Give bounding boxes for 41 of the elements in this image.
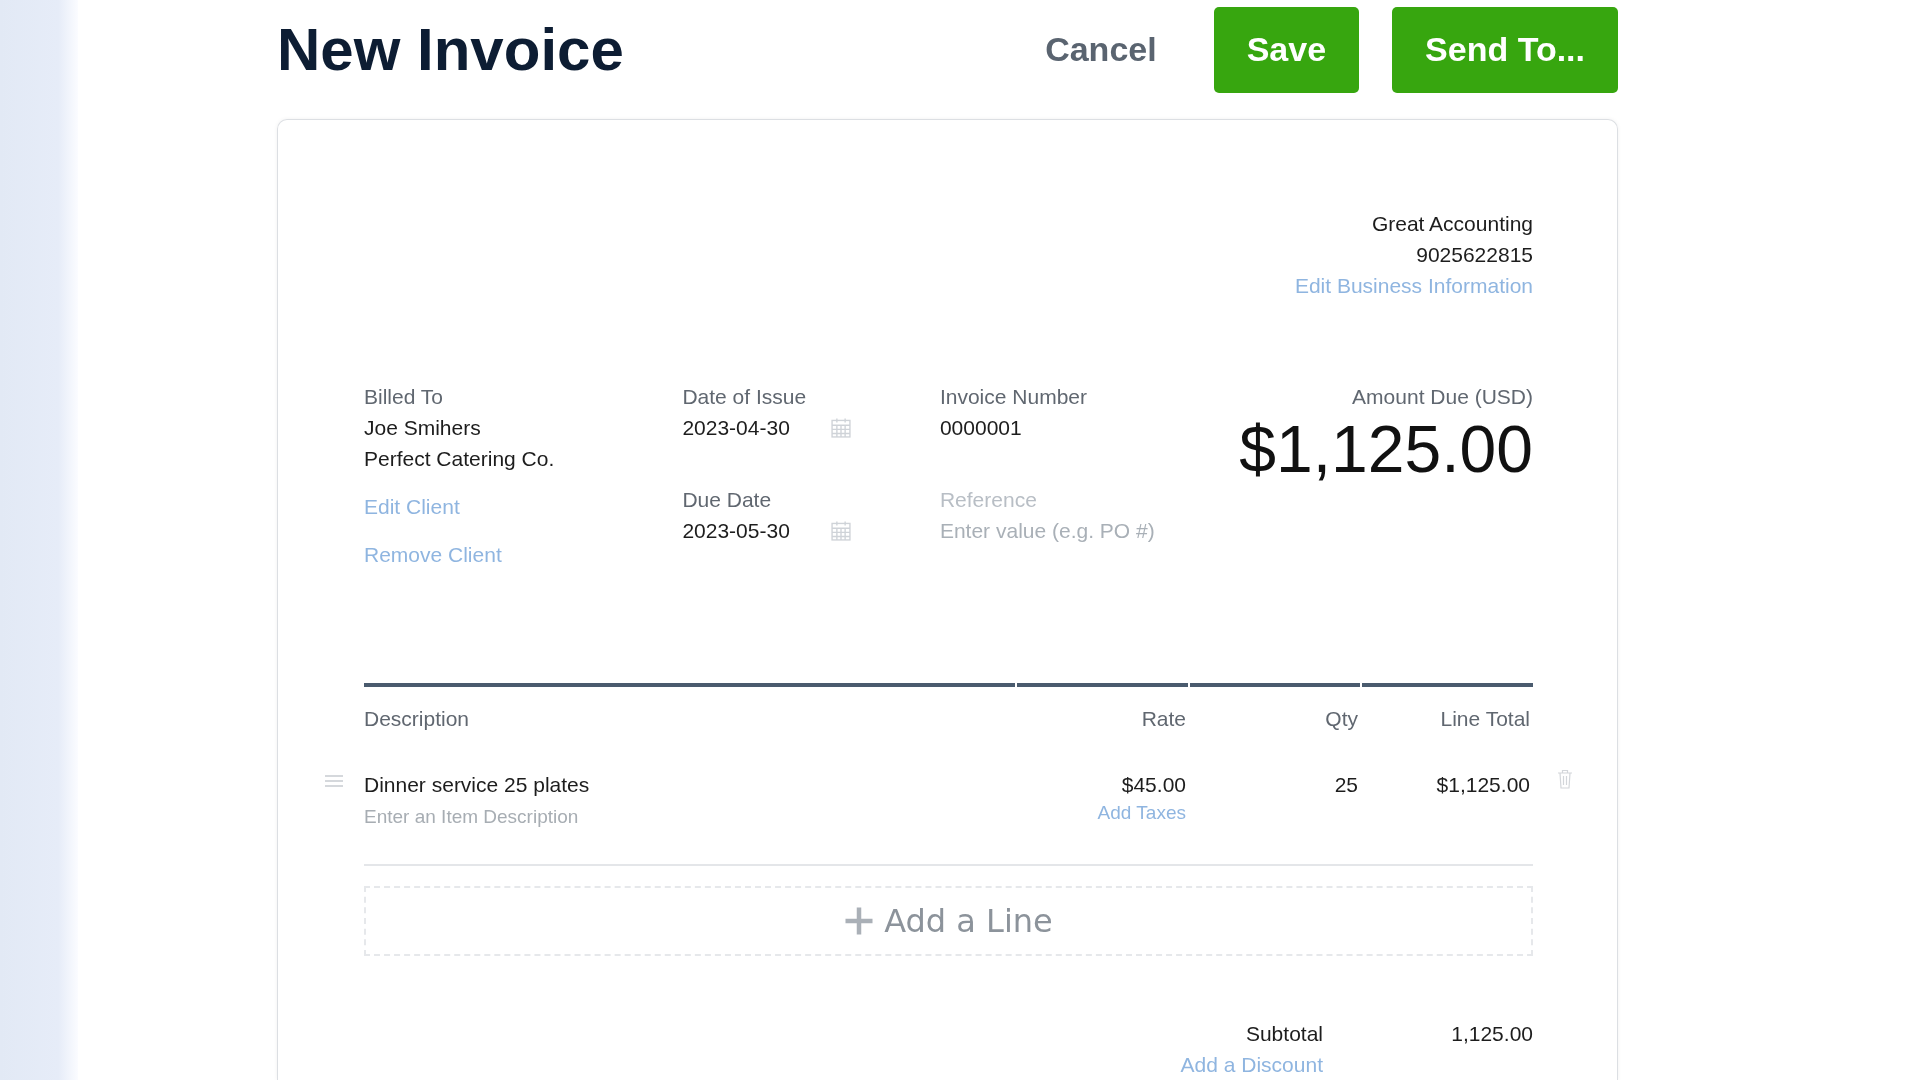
date-value[interactable]: 2023-04-30 (682, 412, 790, 443)
date-label: Due Date (682, 487, 773, 513)
plus-icon (844, 906, 875, 936)
calendar-icon[interactable] (829, 416, 852, 439)
column-header: Rate (1140, 707, 1186, 731)
item-name[interactable]: Dinner service 25 plates (364, 769, 1014, 800)
add-line-button[interactable]: Add a Line (364, 886, 1533, 956)
item-description-field[interactable]: Enter an Item Description (364, 800, 764, 834)
column-header: Line Total (1439, 707, 1530, 731)
reference-field[interactable]: Enter value (e.g. PO #) (939, 515, 1210, 546)
reference-label: Reference (939, 487, 1038, 513)
drag-handle-icon[interactable] (324, 774, 344, 788)
cancel-button[interactable]: Cancel (1045, 30, 1181, 69)
amount-due-label: Amount Due (USD) (1352, 384, 1533, 410)
date-label: Date of Issue (682, 384, 808, 410)
client-link[interactable]: Edit Client (364, 491, 460, 522)
amount-due: $1,125.00 (1239, 412, 1533, 486)
save-button[interactable]: Save (1213, 6, 1360, 93)
billed-to-label: Billed To (364, 384, 444, 410)
edit-business-link[interactable]: Edit Business Information (1294, 270, 1533, 301)
business-phone: 9025622815 (1416, 242, 1533, 268)
subtotal-value: 1,125.00 (1450, 1021, 1533, 1047)
invoice-number[interactable]: 0000001 (939, 412, 1240, 443)
item-rate[interactable]: $45.00 (1121, 769, 1186, 800)
calendar-icon[interactable] (829, 519, 852, 542)
date-value[interactable]: 2023-05-30 (682, 515, 790, 546)
client-text: Joe Smihers (364, 415, 482, 441)
subtotal-label: Subtotal (1245, 1021, 1323, 1047)
business-name: Great Accounting (1371, 211, 1533, 237)
add-taxes-link[interactable]: Add Taxes (1097, 800, 1186, 826)
item-qty[interactable]: 25 (1334, 769, 1358, 800)
column-header: Description (364, 707, 471, 731)
trash-icon[interactable] (1557, 769, 1573, 789)
invoice-number-label: Invoice Number (939, 384, 1088, 410)
client-text: Perfect Catering Co. (364, 446, 556, 472)
item-total: $1,125.00 (1436, 772, 1530, 798)
column-header: Qty (1324, 707, 1358, 731)
add-discount-link[interactable]: Add a Discount (1180, 1049, 1323, 1080)
send-button[interactable]: Send To... (1392, 6, 1618, 93)
page-title: New Invoice (277, 15, 624, 84)
client-link[interactable]: Remove Client (364, 539, 502, 570)
